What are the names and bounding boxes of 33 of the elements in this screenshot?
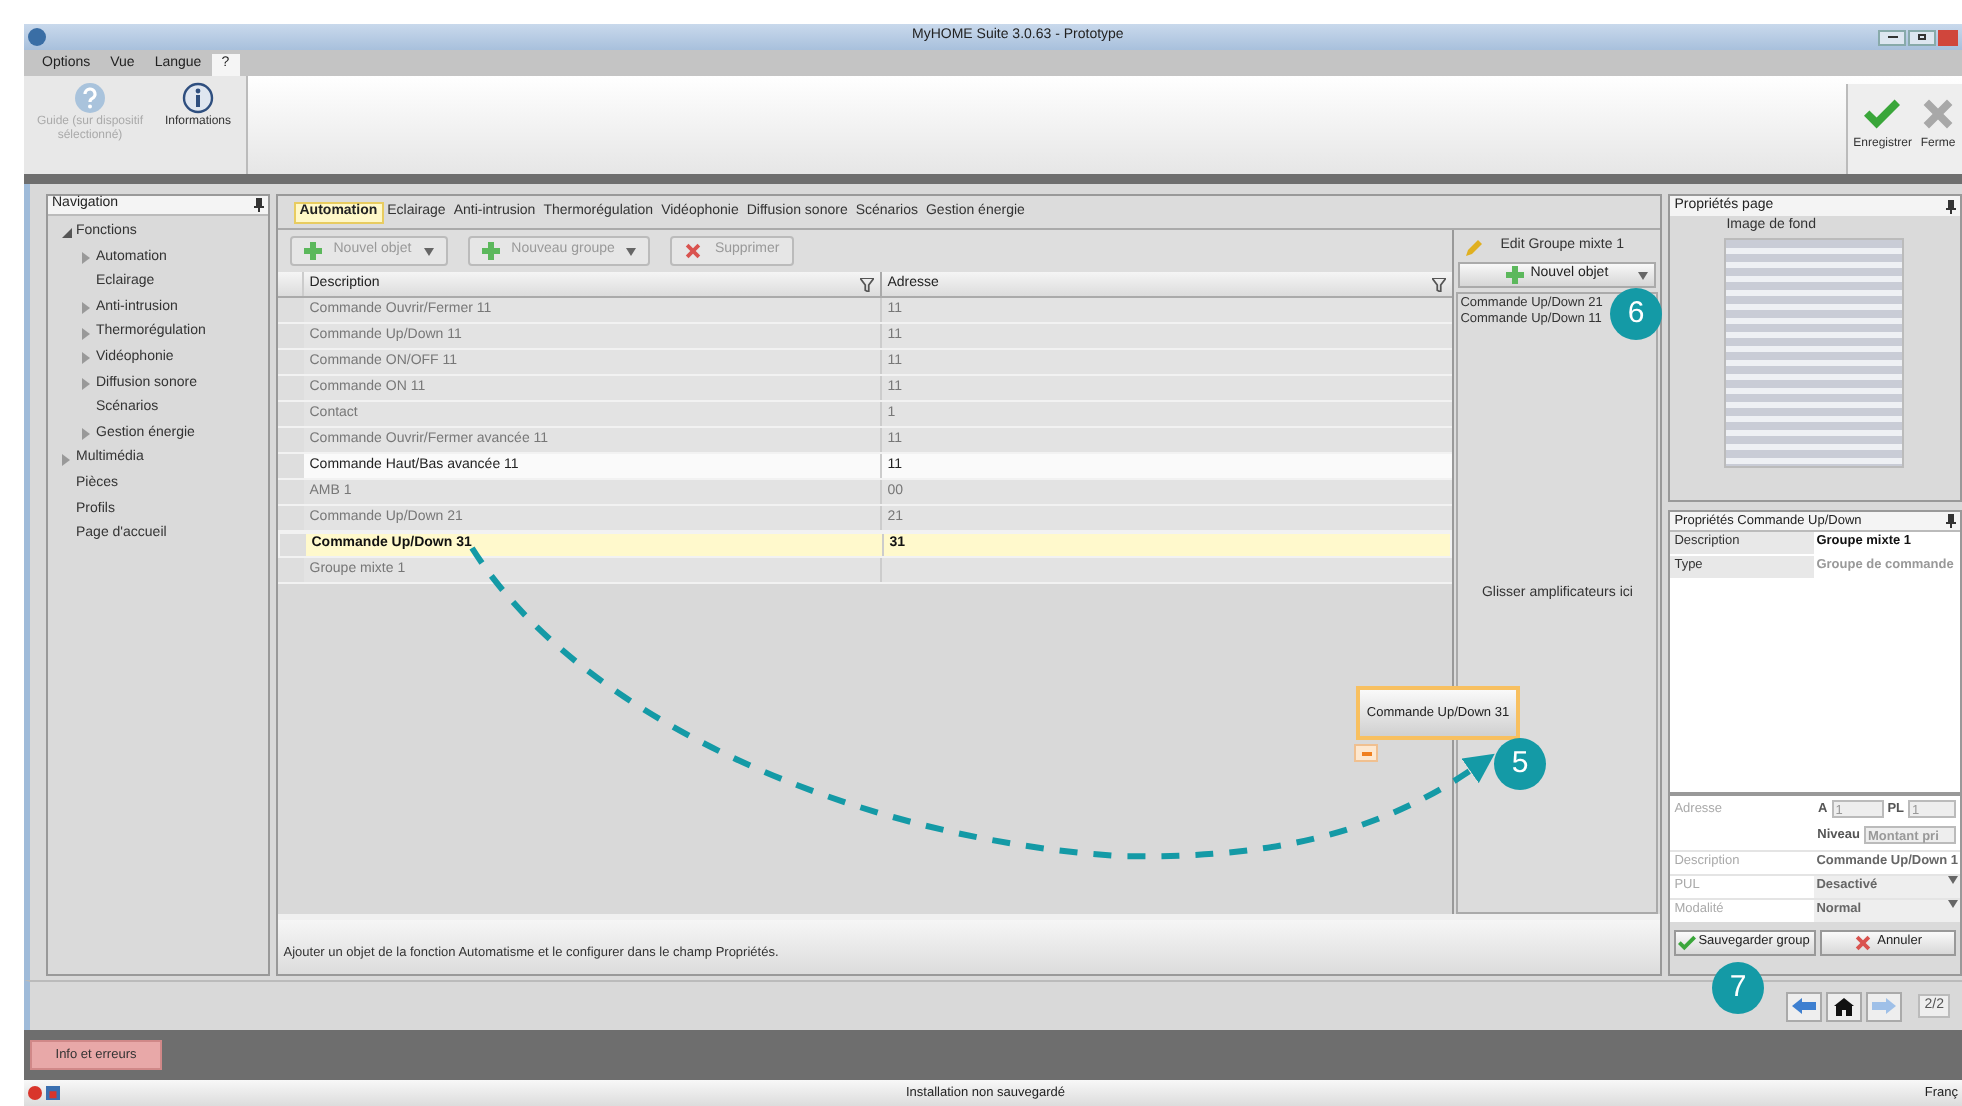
error-icon [28,1086,42,1100]
home-button[interactable] [1826,991,1863,1021]
disk-icon [46,1086,60,1100]
right-arrow-icon [1872,998,1897,1014]
plus-icon [1506,266,1525,284]
cross-icon [1920,96,1956,132]
maximize-button[interactable] [1908,29,1936,45]
drag-cursor-icon [1354,744,1378,762]
app-logo-icon [28,28,46,46]
pin-icon[interactable] [253,198,264,212]
pin-icon[interactable] [1946,199,1956,213]
minimize-button[interactable] [1878,29,1906,45]
caret-icon [1638,271,1649,279]
back-button[interactable] [1786,991,1823,1021]
plus-icon [481,242,500,260]
cross-icon [1853,933,1872,951]
pencil-icon [1466,237,1485,255]
expand-triangle-icon[interactable] [82,251,90,264]
plus-icon [303,242,322,260]
filter-icon [1432,277,1447,291]
info-icon [182,82,214,114]
filter-icon [859,277,874,291]
left-arrow-icon [1792,998,1817,1014]
caret-icon [626,247,637,255]
help-icon [74,82,106,114]
close-button[interactable] [1938,29,1958,45]
cross-icon [684,242,703,260]
collapse-triangle-icon[interactable] [61,227,71,238]
check-icon [1678,933,1697,951]
home-icon [1834,997,1855,1015]
pin-icon[interactable] [1946,514,1956,528]
caret-icon [423,247,434,255]
check-icon [1864,96,1901,132]
